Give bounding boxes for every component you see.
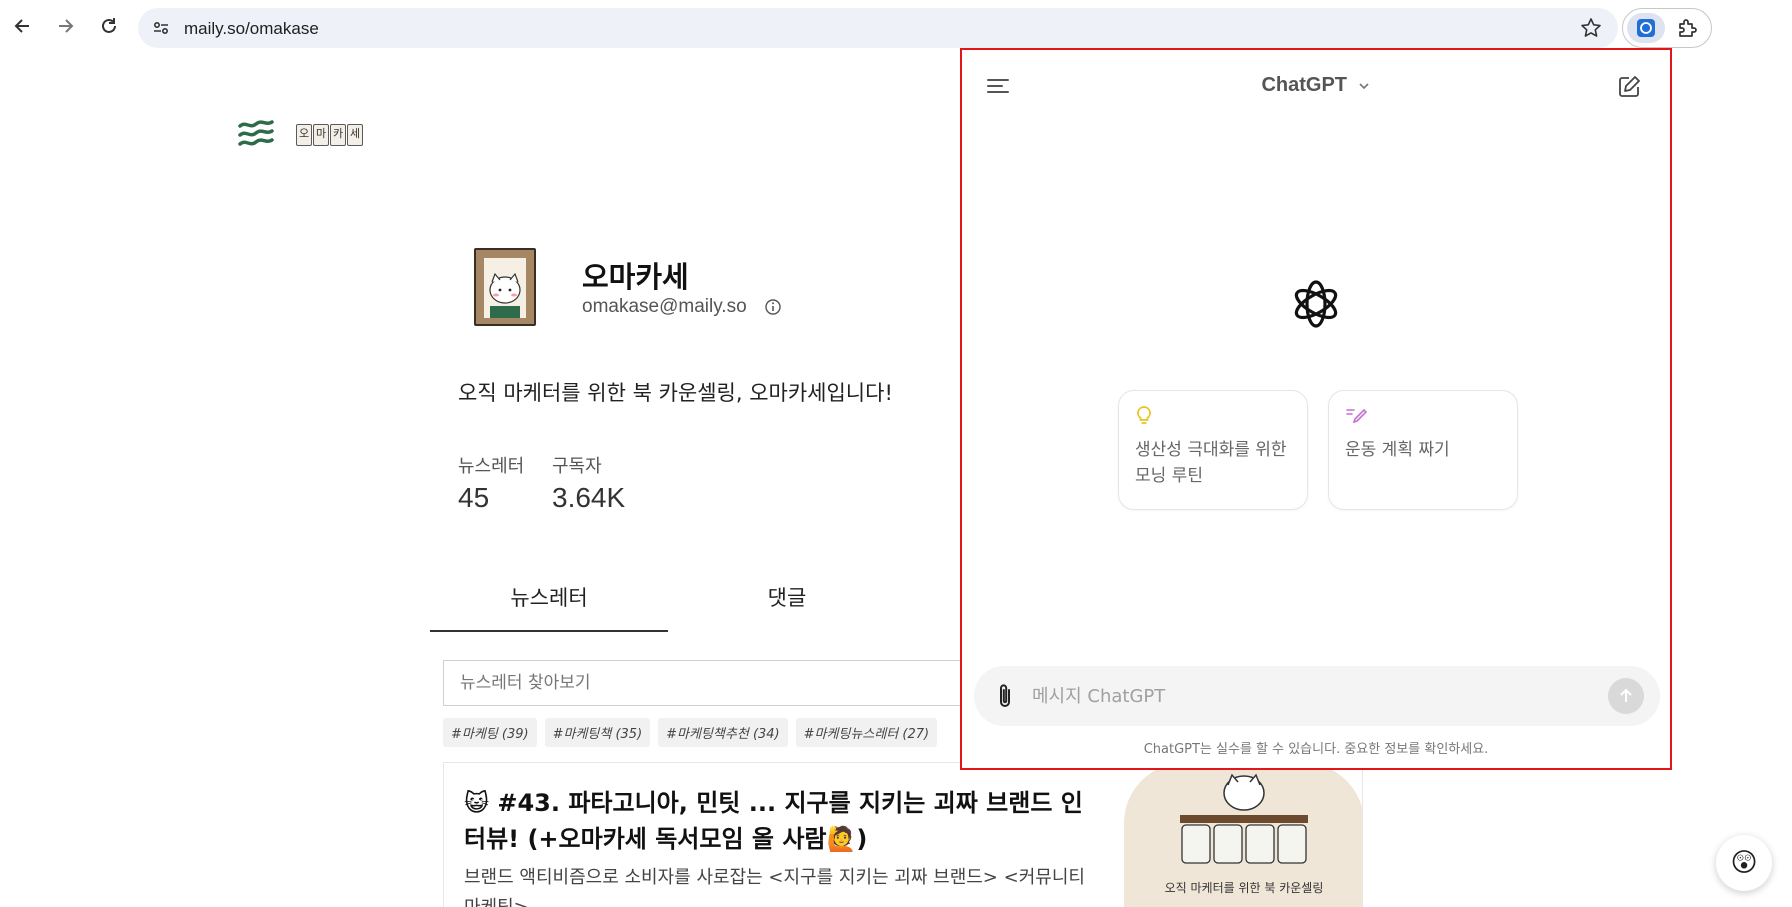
info-icon[interactable]: [764, 298, 782, 320]
tag-chip[interactable]: #마케팅뉴스레터 (27): [795, 718, 938, 747]
back-arrow-icon: [14, 19, 29, 33]
profile-name: 오마카세: [582, 260, 689, 294]
message-composer: [974, 666, 1660, 726]
openai-logo-icon: [1288, 276, 1344, 336]
disclaimer-text: ChatGPT는 실수를 할 수 있습니다. 중요한 정보를 확인하세요.: [1143, 742, 1489, 757]
forward-button[interactable]: [50, 11, 80, 41]
chatgpt-extension-button[interactable]: [1627, 13, 1665, 43]
floating-help-button[interactable]: 😲: [1716, 835, 1772, 891]
url-text[interactable]: maily.so/omakase: [184, 19, 319, 39]
stat-label-newsletters: 뉴스레터: [458, 456, 525, 477]
bookmark-star-icon[interactable]: [1580, 17, 1602, 43]
profile-email: omakase@maily.so: [582, 296, 747, 317]
stat-label-subscribers: 구독자: [552, 456, 602, 477]
send-button[interactable]: [1608, 678, 1644, 714]
reload-button[interactable]: [94, 11, 124, 41]
waves-logo-icon: [238, 120, 274, 146]
suggestion-text: 생산성 극대화를 위한 모닝 루틴: [1135, 440, 1287, 486]
tab-newsletters[interactable]: 뉴스레터: [430, 582, 668, 632]
chevron-down-icon: [1358, 83, 1369, 89]
suggestion-card[interactable]: 생산성 극대화를 위한 모닝 루틴: [1118, 390, 1308, 510]
address-bar[interactable]: maily.so/omakase: [138, 8, 1618, 48]
model-name[interactable]: ChatGPT: [1261, 74, 1347, 96]
suggestion-card[interactable]: 운동 계획 짜기: [1328, 390, 1518, 510]
profile-avatar: [474, 248, 536, 326]
paperclip-icon[interactable]: [994, 682, 1016, 714]
lightbulb-icon: [1135, 405, 1153, 429]
extensions-area: [1622, 8, 1712, 48]
site-logo[interactable]: 오 마 카 세: [238, 120, 363, 150]
chatgpt-extension-icon: [1637, 19, 1655, 37]
newsletter-search-box[interactable]: [443, 660, 978, 706]
arrow-up-icon: [1620, 688, 1632, 702]
back-button[interactable]: [8, 11, 38, 41]
omakase-logo-boxes: 오 마 카 세: [296, 124, 363, 146]
tag-chip[interactable]: #마케팅 (39): [443, 718, 537, 747]
thumbnail-caption: 오직 마케터를 위한 북 카운셀링: [1164, 881, 1324, 895]
message-input[interactable]: [1032, 676, 1592, 716]
chatgpt-panel: ChatGPT 생산성 극대화를 위한 모닝 루틴 운동 계획 짜기 메시지 C…: [960, 48, 1672, 770]
puzzle-extensions-icon[interactable]: [1675, 17, 1699, 45]
reload-icon: [102, 18, 116, 33]
forward-arrow-icon: [59, 19, 74, 33]
article-description: 브랜드 액티비즘으로 소비자를 사로잡는 <지구를 지키는 괴짜 브랜드> <커…: [464, 867, 1085, 907]
tag-chip[interactable]: #마케팅책 (35): [544, 718, 651, 747]
newsletter-search-input[interactable]: [444, 661, 978, 705]
article-title[interactable]: 😺 #43. 파타고니아, 민팃 ... 지구를 지키는 괴짜 브랜드 인터뷰!…: [464, 785, 1104, 857]
cat-avatar-icon: [476, 250, 534, 324]
tag-chip[interactable]: #마케팅책추천 (34): [658, 718, 788, 747]
logo-box-char: 세: [347, 124, 363, 146]
stat-value-newsletters: 45: [458, 482, 490, 513]
tab-comments[interactable]: 댓글: [668, 582, 906, 632]
new-chat-icon[interactable]: [1616, 74, 1642, 104]
logo-box-char: 오: [296, 124, 312, 146]
tag-list: #마케팅 (39) #마케팅책 (35) #마케팅책추천 (34) #마케팅뉴스…: [443, 718, 938, 747]
stat-value-subscribers: 3.64K: [552, 482, 626, 513]
profile-bio: 오직 마케터를 위한 북 카운셀링, 오마카세입니다!: [458, 381, 893, 405]
suggestion-text: 운동 계획 짜기: [1345, 440, 1450, 460]
logo-box-char: 마: [313, 124, 329, 146]
model-selector[interactable]: ChatGPT: [962, 74, 1670, 97]
newsletter-article-card[interactable]: 😺 #43. 파타고니아, 민팃 ... 지구를 지키는 괴짜 브랜드 인터뷰!…: [443, 762, 1363, 907]
logo-box-char: 카: [330, 124, 346, 146]
pencil-scribble-icon: [1345, 405, 1368, 427]
article-thumbnail[interactable]: 오직 마케터를 위한 북 카운셀링: [1124, 763, 1362, 907]
site-settings-icon[interactable]: [152, 19, 170, 41]
